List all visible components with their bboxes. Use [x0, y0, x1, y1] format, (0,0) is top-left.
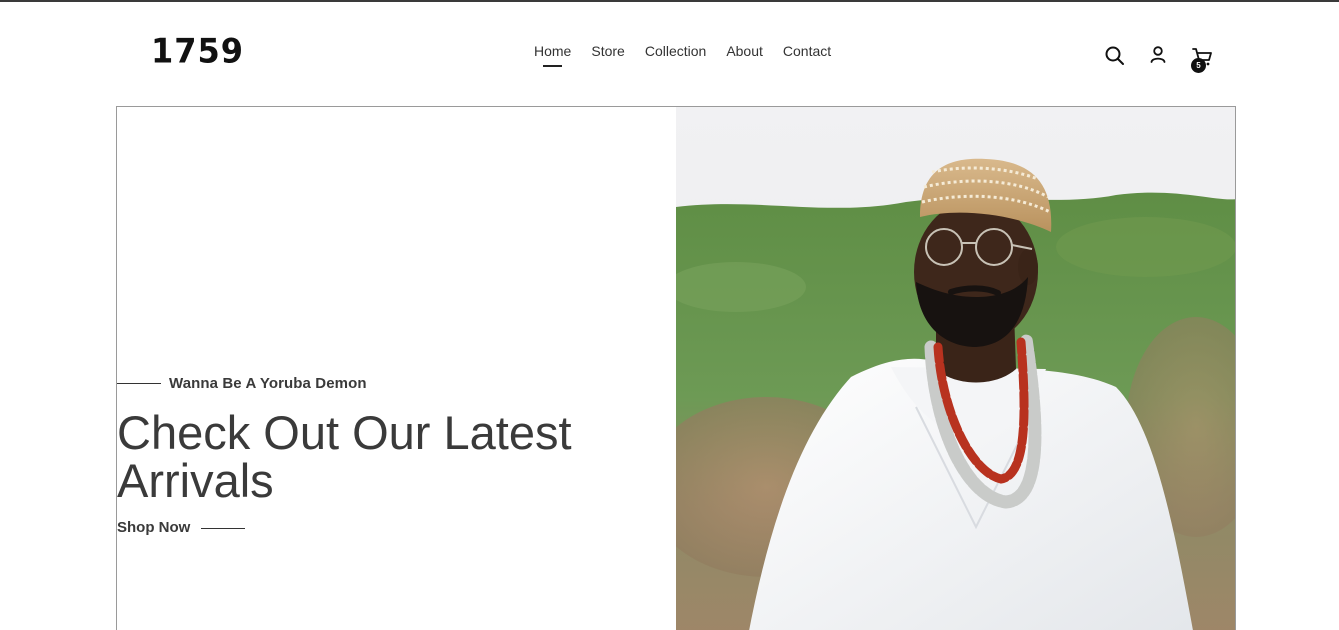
nav-contact[interactable]: Contact	[783, 43, 831, 59]
nav-about[interactable]: About	[726, 43, 763, 59]
shop-now-divider	[201, 528, 245, 529]
search-icon[interactable]	[1103, 44, 1127, 68]
nav-home[interactable]: Home	[534, 43, 571, 67]
user-icon[interactable]	[1146, 43, 1170, 67]
site-header: 1759 Home Store Collection About Contact…	[0, 2, 1339, 106]
nav-store[interactable]: Store	[591, 43, 624, 59]
cart-count-badge: 5	[1191, 58, 1206, 73]
hero-eyebrow: Wanna Be A Yoruba Demon	[169, 375, 367, 392]
hero-section: Wanna Be A Yoruba Demon Check Out Our La…	[116, 106, 1236, 630]
hero-image	[676, 107, 1235, 630]
shop-now-link[interactable]: Shop Now	[117, 519, 190, 536]
hero-text: Wanna Be A Yoruba Demon Check Out Our La…	[117, 107, 677, 630]
main-nav: Home Store Collection About Contact	[534, 43, 831, 67]
hero-headline: Check Out Our Latest Arrivals	[117, 406, 572, 507]
site-logo[interactable]: 1759	[151, 31, 244, 71]
eyebrow-divider	[117, 383, 161, 384]
nav-collection[interactable]: Collection	[645, 43, 706, 59]
